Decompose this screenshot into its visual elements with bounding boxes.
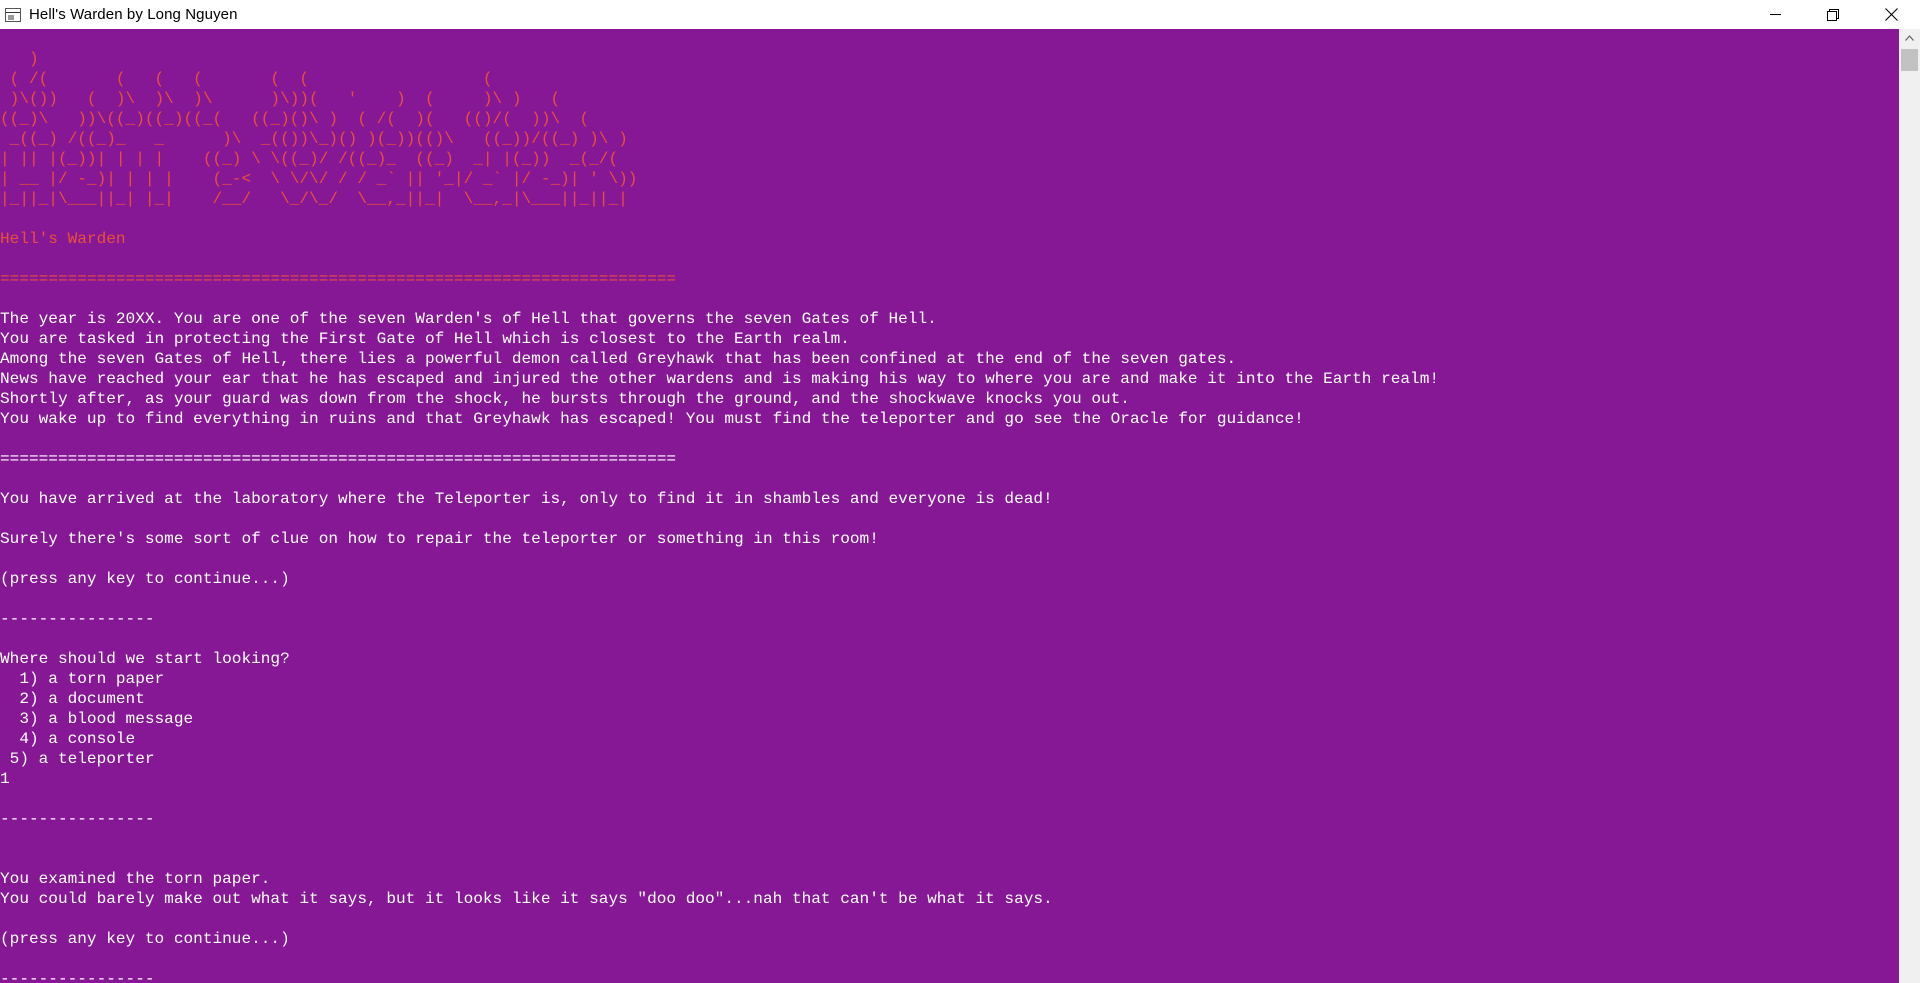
vertical-scrollbar[interactable] [1899, 29, 1920, 983]
restore-icon [1827, 8, 1839, 21]
window-title: Hell's Warden by Long Nguyen [29, 6, 238, 23]
separator-line: ========================================… [0, 270, 677, 288]
minimize-button[interactable] [1746, 0, 1804, 29]
ascii-art-logo: ) ( /( ( ( ( ( ( ( )\()) ( )\ )\ )\ )\))… [0, 50, 638, 208]
console-output-area[interactable]: ) ( /( ( ( ( ( ( ( )\()) ( )\ )\ )\ )\))… [0, 29, 1899, 983]
minimize-icon [1769, 14, 1781, 15]
chevron-up-icon [1905, 35, 1914, 41]
game-title: Hell's Warden [0, 230, 126, 248]
restore-button[interactable] [1804, 0, 1862, 29]
console-window: Hell's Warden by Long Nguyen) (/(((… [0, 0, 1920, 983]
story-text: The year is 20XX. You are one of the sev… [0, 310, 1440, 983]
title-bar[interactable]: Hell's Warden by Long Nguyen [0, 0, 1920, 29]
close-icon [1884, 8, 1898, 21]
close-button[interactable] [1862, 0, 1920, 29]
scroll-up-button[interactable] [1899, 29, 1920, 47]
scrollbar-thumb[interactable] [1901, 49, 1918, 71]
console-window-icon[interactable] [5, 7, 21, 22]
window-controls [1746, 0, 1920, 29]
